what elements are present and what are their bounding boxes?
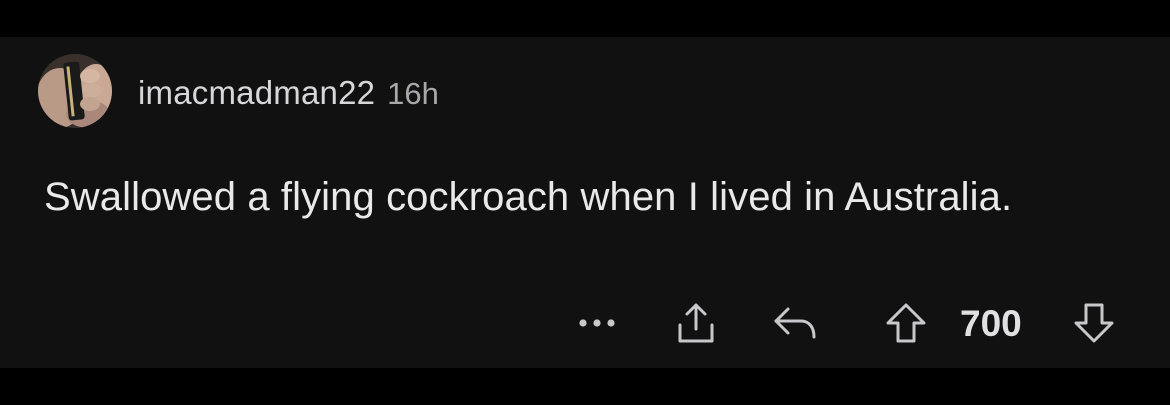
top-letterbox: [0, 0, 1170, 37]
more-horizontal-icon: [579, 319, 615, 327]
more-options-button[interactable]: [570, 305, 624, 341]
username-link[interactable]: imacmadman22: [138, 74, 375, 112]
reply-button[interactable]: [766, 299, 824, 347]
comment-action-bar: 700: [0, 297, 1170, 353]
bottom-letterbox: [0, 368, 1170, 405]
upvote-button[interactable]: [878, 297, 934, 349]
comment-meta: imacmadman22 16h: [138, 74, 439, 114]
avatar-photo-icon: [38, 54, 112, 128]
comment-card: imacmadman22 16h Swallowed a flying cock…: [0, 37, 1170, 368]
downvote-button[interactable]: [1066, 297, 1122, 349]
downvote-arrow-icon: [1074, 303, 1114, 343]
comment-timestamp: 16h: [387, 76, 439, 111]
share-button[interactable]: [668, 297, 724, 349]
vote-count: 700: [960, 303, 1022, 344]
comment-body-text: Swallowed a flying cockroach when I live…: [44, 175, 1013, 219]
upvote-arrow-icon: [886, 303, 926, 343]
reply-icon: [774, 307, 816, 339]
share-icon: [678, 303, 714, 343]
avatar[interactable]: [38, 54, 112, 128]
